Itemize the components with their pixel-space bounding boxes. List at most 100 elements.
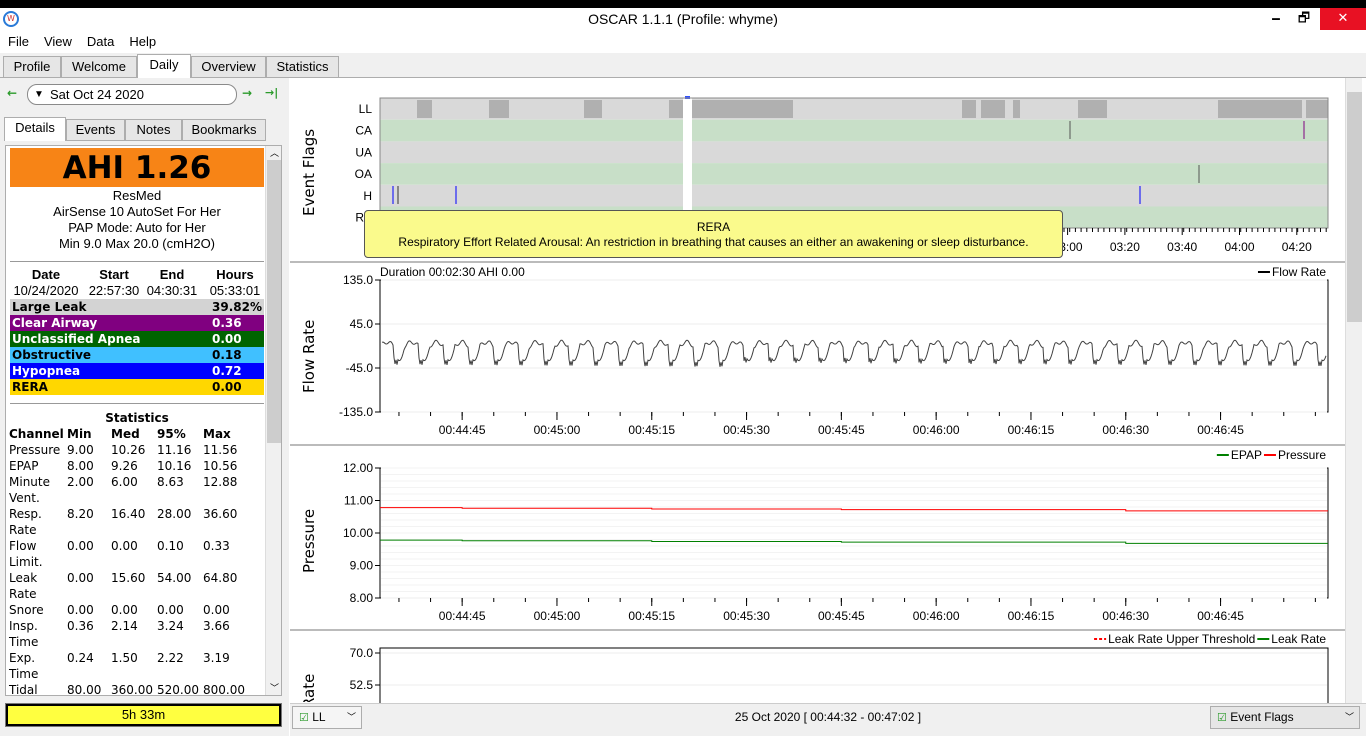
stats-cell: 9.26 — [111, 459, 138, 473]
tab-daily[interactable]: Daily — [137, 54, 191, 78]
legend-label: Pressure — [1278, 448, 1326, 462]
pressure-settings: Min 9.0 Max 20.0 (cmH2O) — [58, 236, 216, 251]
x-tick-label: 00:45:00 — [534, 609, 581, 623]
stats-cell: 0.24 — [67, 651, 94, 665]
stats-row: Minute Vent. 2.00 6.00 8.63 12.88 — [9, 474, 249, 506]
scrollbar-thumb[interactable] — [267, 160, 281, 443]
event-row-hypopnea[interactable]: Hypopnea 0.72 — [10, 363, 264, 379]
x-tick-label: 00:44:45 — [439, 609, 486, 623]
stats-col: Channel — [9, 427, 64, 441]
tab-statistics[interactable]: Statistics — [266, 56, 339, 78]
maximize-button[interactable]: 🗗 — [1284, 8, 1324, 30]
stats-cell: 3.19 — [203, 651, 230, 665]
event-row-unclassified-apnea[interactable]: Unclassified Apnea 0.00 — [10, 331, 264, 347]
large-leak-span — [1013, 100, 1020, 118]
stats-col: Min — [67, 427, 92, 441]
x-tick-label: 00:46:15 — [1008, 609, 1055, 623]
event-row-obstructive[interactable]: Obstructive 0.18 — [10, 347, 264, 363]
y-tick-label: 8.00 — [350, 591, 374, 605]
menu-help[interactable]: Help — [121, 32, 163, 49]
flag-row-label: H — [363, 189, 372, 203]
tab-overview[interactable]: Overview — [191, 56, 266, 78]
tab-welcome[interactable]: Welcome — [61, 56, 137, 78]
x-tick-label: 00:46:30 — [1102, 423, 1149, 437]
y-tick-label: 52.5 — [350, 678, 374, 692]
stats-row: Flow Limit. 0.00 0.00 0.10 0.33 — [9, 538, 249, 570]
next-day-button[interactable]: → — [242, 86, 252, 100]
x-tick-label: 00:45:15 — [628, 609, 675, 623]
stats-cell: 16.40 — [111, 507, 146, 521]
event-value: 0.00 — [212, 380, 242, 394]
charts-scrollbar[interactable] — [1345, 78, 1362, 703]
stats-row: Snore 0.00 0.00 0.00 0.00 — [9, 602, 249, 618]
stats-row: EPAP 8.00 9.26 10.16 10.56 — [9, 458, 249, 474]
large-leak-span — [489, 100, 509, 118]
event-name: Unclassified Apnea — [12, 332, 141, 346]
scrollbar-thumb[interactable] — [1347, 92, 1362, 322]
title-bar: W OSCAR 1.1.1 (Profile: whyme) 🗕 🗗 ✕ — [0, 8, 1366, 32]
y-tick-label: -135.0 — [339, 405, 373, 419]
stats-cell: EPAP — [9, 459, 39, 473]
tooltip-title: RERA — [696, 220, 731, 234]
menu-view[interactable]: View — [36, 32, 79, 49]
subtab-notes[interactable]: Notes — [125, 119, 182, 141]
device-model: AirSense 10 AutoSet For Her — [53, 204, 221, 219]
statistics-title: Statistics — [105, 411, 169, 425]
legend-label: Leak Rate Upper Threshold — [1108, 632, 1255, 646]
menu-file[interactable]: File — [0, 32, 36, 49]
event-name: RERA — [12, 380, 48, 394]
tooltip-text: Respiratory Effort Related Arousal: An r… — [398, 235, 1029, 249]
scroll-up-icon[interactable]: ︿ — [270, 146, 279, 159]
stats-row: Exp. Time 0.24 1.50 2.22 3.19 — [9, 650, 249, 682]
stats-cell: 0.00 — [67, 603, 94, 617]
close-button[interactable]: ✕ — [1320, 8, 1366, 30]
right-graph-combo[interactable]: ☑ Event Flags ﹀ — [1210, 706, 1360, 729]
plot-frame — [379, 647, 1329, 703]
menu-data[interactable]: Data — [79, 32, 121, 49]
stats-cell: 8.20 — [67, 507, 94, 521]
legend-label: Leak Rate — [1271, 632, 1326, 646]
event-summary: Large Leak 39.82% Clear Airway 0.36 Unclassi… — [10, 299, 264, 395]
chart-header: Duration 00:02:30 AHI 0.00 — [380, 265, 525, 279]
menu-bar: File View Data Help — [0, 32, 1366, 53]
session-start: 22:57:30 — [88, 283, 140, 298]
chevron-down-icon: ﹀ — [1345, 712, 1355, 722]
charts-area[interactable]: LLCAUAOAHRE23:0023:2023:4000:0000:2000:4… — [290, 78, 1346, 703]
session-end: 04:30:31 — [146, 283, 198, 298]
date-picker[interactable]: ▼ Sat Oct 24 2020 — [27, 84, 237, 105]
subtab-bookmarks[interactable]: Bookmarks — [182, 119, 266, 141]
flag-row-label: UA — [355, 145, 372, 159]
stats-row: Leak Rate 0.00 15.60 54.00 64.80 — [9, 570, 249, 602]
event-name: Obstructive — [12, 348, 92, 362]
tab-profile[interactable]: Profile — [3, 56, 61, 78]
stats-row: Resp. Rate 8.20 16.40 28.00 36.60 — [9, 506, 249, 538]
prev-day-button[interactable]: ← — [7, 86, 17, 100]
stats-cell: 28.00 — [157, 507, 192, 521]
y-tick-label: -45.0 — [346, 361, 374, 375]
stats-row: Pressure 9.00 10.26 11.16 11.56 — [9, 442, 249, 458]
stats-cell: Pressure — [9, 443, 61, 457]
details-scrollbar[interactable]: ︿ ﹀ — [265, 146, 281, 695]
scroll-down-icon[interactable]: ﹀ — [270, 681, 279, 694]
y-tick-label: 70.0 — [350, 646, 374, 660]
stats-cell: Insp. Time — [9, 619, 39, 649]
date-value: Sat Oct 24 2020 — [50, 87, 144, 102]
stats-row: Insp. Time 0.36 2.14 3.24 3.66 — [9, 618, 249, 650]
last-day-button[interactable]: →| — [265, 86, 278, 99]
subtab-events[interactable]: Events — [66, 119, 125, 141]
x-tick-label: 00:46:00 — [913, 609, 960, 623]
event-value: 0.00 — [212, 332, 242, 346]
event-row-rera[interactable]: RERA 0.00 — [10, 379, 264, 395]
combo-value: Event Flags — [1230, 710, 1294, 724]
subtab-details[interactable]: Details — [4, 117, 66, 141]
event-name: Clear Airway — [12, 316, 98, 330]
large-leak-span — [417, 100, 432, 118]
y-tick-label: 45.0 — [350, 317, 374, 331]
event-row-clear-airway[interactable]: Clear Airway 0.36 — [10, 315, 264, 331]
event-row-large-leak[interactable]: Large Leak 39.82% — [10, 299, 264, 315]
x-tick-label: 00:45:45 — [818, 423, 865, 437]
stats-cell: 8.00 — [67, 459, 94, 473]
large-leak-span — [1218, 100, 1302, 118]
x-tick-label: 00:45:45 — [818, 609, 865, 623]
event-flags-label: Event Flags — [300, 128, 318, 216]
